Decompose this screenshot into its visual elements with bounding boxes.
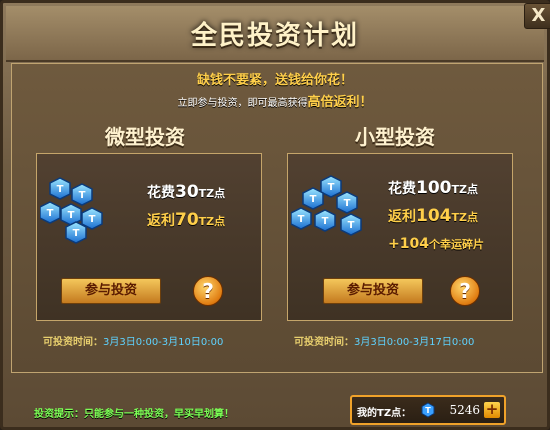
plan-1-time-label: 可投资时间：: [43, 337, 103, 348]
plan-1-join-button[interactable]: 参与投资: [61, 278, 161, 304]
svg-text:T: T: [57, 184, 64, 195]
tz-gem-icon: T: [421, 402, 435, 418]
plan-2-time: 可投资时间：3月3日0:00-3月17日0:00: [294, 333, 474, 348]
plan-1-bonus-unit: TZ点: [198, 215, 226, 228]
svg-text:T: T: [47, 208, 54, 219]
investment-plan-window: 全民投资计划 X 缺钱不要紧，送钱给你花！ 立即参与投资，即可最高获得高倍返利！…: [0, 0, 550, 430]
plan-2-extra-value: +104: [388, 236, 429, 252]
plan-2-join-button[interactable]: 参与投资: [323, 278, 423, 304]
svg-text:T: T: [344, 198, 351, 209]
plan-2-cost-prefix: 花费: [388, 181, 416, 197]
plan-1-cost: 花费30TZ点: [147, 182, 225, 202]
plan-2-card: TTT TTT 花费100TZ点 返利104TZ点 +104个幸运碎片 参与投资…: [287, 153, 513, 321]
svg-text:T: T: [425, 406, 431, 415]
plan-2-help-icon[interactable]: ?: [450, 276, 480, 306]
plan-1-cost-unit: TZ点: [198, 187, 226, 200]
window-title: 全民投资计划: [190, 21, 359, 51]
svg-text:T: T: [73, 228, 80, 239]
plan-1-cost-value: 30: [175, 182, 199, 202]
plan-2-extra: +104个幸运碎片: [388, 236, 484, 252]
svg-text:T: T: [322, 216, 329, 227]
svg-text:T: T: [68, 210, 75, 221]
wallet-value: 5246: [449, 403, 480, 417]
close-icon: X: [531, 5, 546, 26]
tz-wallet: 我的TZ点： T 5246 +: [350, 395, 506, 425]
wallet-label: 我的TZ点：: [357, 408, 412, 419]
plan-2-cost-unit: TZ点: [451, 183, 478, 196]
plan-1-time: 可投资时间：3月3日0:00-3月10日0:00: [43, 333, 223, 348]
tz-gem-pile-icon: TTT TTT: [291, 175, 362, 236]
slogan-highlight: 高倍返利！: [307, 95, 373, 110]
svg-text:T: T: [89, 214, 96, 225]
plan-1-cost-prefix: 花费: [147, 185, 175, 201]
tz-gem-pile-icon: TTT TTT: [40, 177, 103, 244]
plan-2-bonus: 返利104TZ点: [388, 206, 478, 226]
plan-2-extra-unit: 个幸运碎片: [428, 238, 484, 251]
add-tz-button[interactable]: +: [484, 402, 500, 418]
svg-text:T: T: [79, 190, 86, 201]
plan-2-time-label: 可投资时间：: [294, 337, 354, 348]
plan-1-help-icon[interactable]: ?: [193, 276, 223, 306]
svg-text:T: T: [310, 194, 317, 205]
plan-2-time-value: 3月3日0:00-3月17日0:00: [354, 337, 475, 348]
svg-text:T: T: [298, 214, 305, 225]
plan-1-bonus: 返利70TZ点: [147, 210, 225, 230]
plan-1-time-value: 3月3日0:00-3月10日0:00: [103, 337, 224, 348]
plan-1-bonus-prefix: 返利: [147, 213, 175, 229]
plan-1-title: 微型投资: [105, 125, 185, 149]
close-button[interactable]: X: [524, 3, 550, 29]
plan-2-bonus-prefix: 返利: [388, 209, 416, 225]
plan-1-card: TTT TTT 花费30TZ点 返利70TZ点 参与投资 ?: [36, 153, 262, 321]
slogan-line-2: 立即参与投资，即可最高获得高倍返利！: [3, 91, 547, 110]
svg-text:T: T: [328, 182, 335, 193]
slogan-line-2-prefix: 立即参与投资，即可最高获得: [177, 98, 308, 109]
plan-2-cost-value: 100: [416, 178, 452, 198]
plan-2-bonus-value: 104: [416, 206, 452, 226]
slogan-line-1: 缺钱不要紧，送钱给你花！: [196, 73, 353, 88]
plan-1-bonus-value: 70: [175, 210, 199, 230]
plan-2-title: 小型投资: [355, 125, 435, 149]
plan-2-bonus-unit: TZ点: [451, 211, 478, 224]
investment-tip: 投资提示：只能参与一种投资，早买早划算！: [34, 409, 234, 420]
plan-2-cost: 花费100TZ点: [388, 178, 478, 198]
svg-text:T: T: [348, 220, 355, 231]
